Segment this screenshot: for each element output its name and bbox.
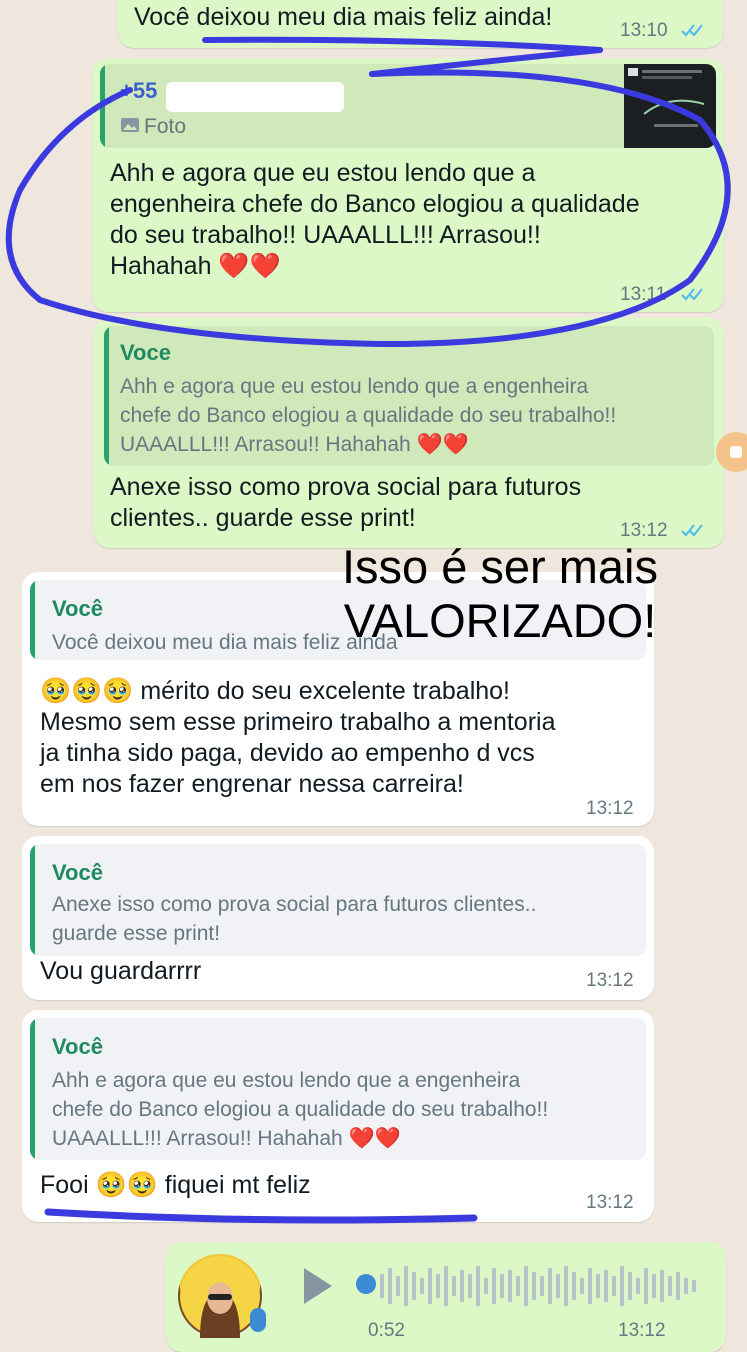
message-time: 13:12 [618,1320,666,1341]
quote-bar [100,64,105,148]
overlay-line-2: VALORIZADO! [343,594,657,647]
quote-author: Voce [120,340,171,365]
message-text: Você deixou meu dia mais feliz ainda! [134,3,553,31]
read-ticks-icon [681,24,703,37]
message-text: Vou guardarrrr [40,957,202,985]
message-bubble-incoming[interactable]: Você Ahh e agora que eu estou lendo que … [22,1010,654,1222]
quote-text: Ahh e agora que eu estou lendo que a eng… [52,1069,549,1150]
quote-author: +55 [120,78,158,103]
message-text: Fooi 🥹🥹 fiquei mt feliz [40,1171,311,1199]
redacted-number [166,82,344,112]
mic-icon [250,1308,266,1332]
photo-icon [121,118,139,132]
message-time: 13:12 [620,520,668,541]
quote-bar [30,580,35,660]
message-time: 13:12 [586,1192,634,1213]
quoted-photo-thumbnail [624,64,716,148]
quote-text: Ahh e agora que eu estou lendo que a eng… [120,375,617,456]
message-bubble-outgoing[interactable]: +55 Foto Ahh e agora que eu estou lendo … [92,58,724,312]
message-time: 13:10 [620,20,668,41]
message-bubble-outgoing[interactable]: Voce Ahh e agora que eu estou lendo que … [94,318,724,548]
quote-subtitle: Foto [144,115,187,138]
waveform[interactable] [380,1260,700,1312]
message-time: 13:12 [586,798,634,819]
quote-text: Anexe isso como prova social para futuro… [52,893,537,945]
quoted-photo-reply[interactable]: +55 Foto [100,64,716,148]
play-icon[interactable] [304,1268,332,1304]
playback-position-dot[interactable] [356,1274,376,1294]
quoted-reply[interactable]: Voce Ahh e agora que eu estou lendo que … [104,326,714,466]
quote-author: Você [52,1034,103,1059]
quote-author: Você [52,860,103,885]
message-bubble-incoming[interactable]: Você Anexe isso como prova social para f… [22,836,654,1000]
overlay-caption: Isso é ser mais VALORIZADO! [300,540,700,648]
message-time: 13:12 [586,970,634,991]
quoted-reply[interactable]: Você Ahh e agora que eu estou lendo que … [30,1018,646,1160]
quoted-reply[interactable]: Você Anexe isso como prova social para f… [30,844,646,956]
message-text: 🥹🥹🥹 mérito do seu excelente trabalho! Me… [40,677,556,798]
quote-bar [104,326,109,466]
message-text: Anexe isso como prova social para futuro… [110,473,582,532]
quote-author: Você [52,596,103,621]
message-time: 13:11 [620,284,667,305]
voice-duration: 0:52 [368,1320,405,1341]
message-text: Ahh e agora que eu estou lendo que a eng… [110,159,640,280]
quote-bar [30,1018,35,1160]
voice-message-bubble[interactable]: 0:52 13:12 [166,1242,726,1352]
quote-bar [30,844,35,956]
overlay-line-1: Isso é ser mais [341,540,659,593]
message-bubble-outgoing[interactable]: Você deixou meu dia mais feliz ainda! 13… [118,0,723,48]
read-ticks-icon [681,524,703,537]
read-ticks-icon [681,288,703,301]
